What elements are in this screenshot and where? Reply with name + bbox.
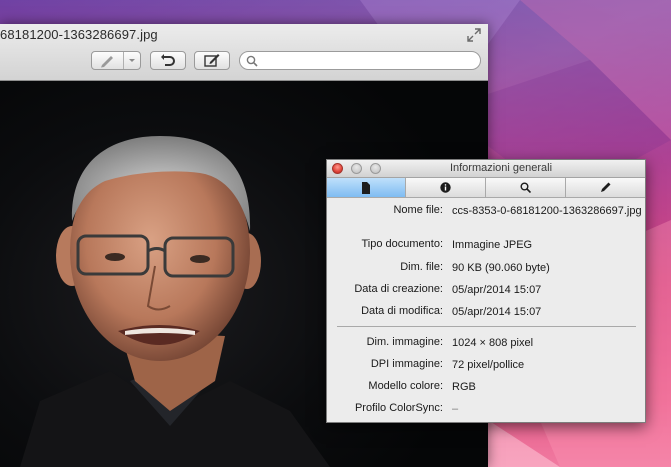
preview-toolbar: 68181200-1363286697.jpg xyxy=(0,24,488,81)
info-icon xyxy=(440,182,451,193)
info-label: Profilo ColorSync: xyxy=(354,402,443,414)
markup-button[interactable] xyxy=(91,51,141,70)
edit-box-icon xyxy=(204,54,220,67)
chevron-down-icon[interactable] xyxy=(127,52,137,69)
info-value: 05/apr/2014 15:07 xyxy=(452,306,542,318)
fullscreen-icon[interactable] xyxy=(467,28,481,42)
info-label: Data di creazione: xyxy=(354,283,443,295)
inspector-title: Informazioni generali xyxy=(449,162,553,174)
info-inspector-panel: Informazioni generali Nome file: ccs-835… xyxy=(326,159,646,423)
pen-icon xyxy=(101,56,113,68)
document-icon xyxy=(362,181,370,194)
info-label: DPI immagine: xyxy=(370,358,443,370)
info-label: Modello colore: xyxy=(368,380,443,392)
info-value: 90 KB (90.060 byte) xyxy=(452,262,550,274)
window-title: 68181200-1363286697.jpg xyxy=(0,27,158,42)
info-value: 05/apr/2014 15:07 xyxy=(452,284,542,296)
info-label: Dim. immagine: xyxy=(366,336,443,348)
inspector-tabs xyxy=(327,178,645,198)
search-input[interactable] xyxy=(239,51,481,70)
search-icon xyxy=(246,55,258,67)
info-label: Data di modifica: xyxy=(361,305,443,317)
magnifier-icon xyxy=(520,182,531,193)
info-value: ccs-8353-0-68181200-1363286697.jpg xyxy=(452,205,642,217)
info-value: – xyxy=(452,403,459,415)
tab-keywords[interactable] xyxy=(486,178,566,197)
info-value: Immagine JPEG xyxy=(452,239,533,251)
rotate-button[interactable] xyxy=(150,51,186,70)
info-label: Dim. file: xyxy=(400,261,443,273)
info-label: Tipo documento: xyxy=(361,238,443,250)
rotate-left-icon xyxy=(161,54,175,66)
info-value: RGB xyxy=(452,381,476,393)
inspector-titlebar[interactable]: Informazioni generali xyxy=(327,160,645,178)
info-separator xyxy=(337,326,636,327)
tab-general-info[interactable] xyxy=(327,178,406,197)
info-label: Nome file: xyxy=(393,204,443,216)
annotate-button[interactable] xyxy=(194,51,230,70)
pen-icon xyxy=(601,182,611,192)
info-value: 1024 × 808 pixel xyxy=(452,337,534,349)
tab-annotations[interactable] xyxy=(566,178,645,197)
info-value: 72 pixel/pollice xyxy=(452,359,525,371)
tab-more-info[interactable] xyxy=(406,178,486,197)
markup-divider xyxy=(123,52,124,69)
